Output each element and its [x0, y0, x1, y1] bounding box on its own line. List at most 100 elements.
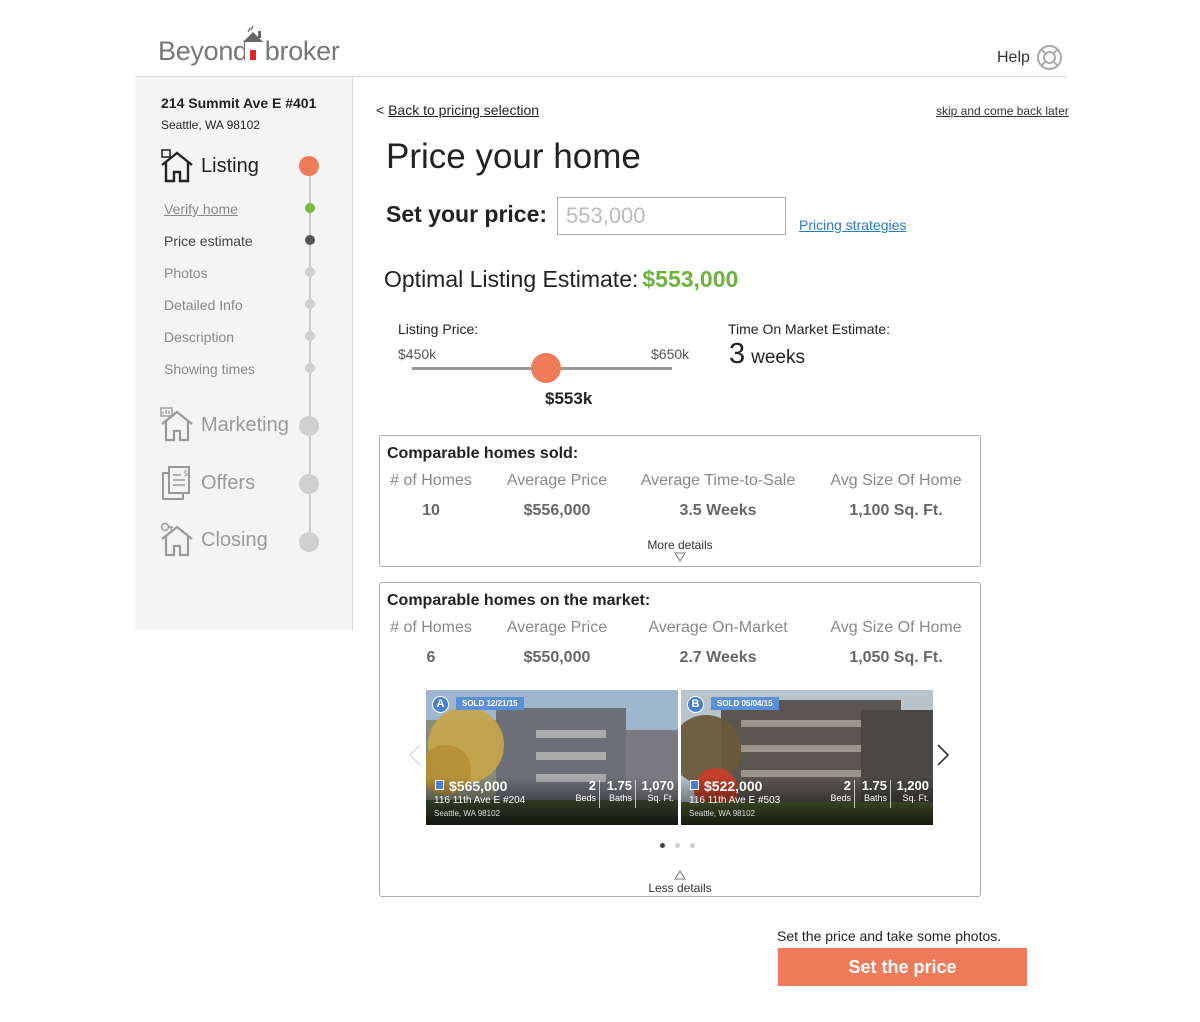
help-label: Help: [997, 48, 1030, 66]
back-to-pricing-link[interactable]: < Back to pricing selection: [376, 102, 539, 118]
card-badge: B: [687, 696, 704, 713]
stat-value: $550,000: [523, 649, 591, 666]
card-baths-label: Baths: [863, 793, 887, 803]
substep-price-estimate[interactable]: Price estimate: [164, 233, 253, 249]
offers-documents-icon: $: [162, 466, 190, 500]
carousel-page-dot[interactable]: [675, 843, 680, 848]
lifebuoy-icon: [1036, 45, 1062, 70]
stat-header: # of Homes: [390, 472, 472, 489]
step-closing[interactable]: Closing: [159, 522, 268, 558]
panel-title: Comparable homes sold:: [387, 445, 579, 462]
step-label: Offers: [201, 471, 256, 494]
slider-min-label: $450k: [398, 346, 437, 362]
logo-house-icon: [243, 26, 263, 62]
skip-link[interactable]: skip and come back later: [936, 104, 1069, 118]
stat-header: Average Price: [506, 472, 608, 489]
stat-value: 6: [426, 649, 436, 666]
building-icon: [435, 780, 444, 790]
stat-header: Avg Size Of Home: [830, 472, 962, 489]
substep-showing-times[interactable]: Showing times: [164, 361, 255, 377]
time-on-market-number: 3: [729, 338, 746, 370]
substep-status-dot: [305, 267, 315, 277]
slider-max-label: $650k: [651, 346, 690, 362]
card-spec-divider: [599, 780, 600, 808]
brand-logo[interactable]: Beyond broker: [158, 26, 348, 70]
substep-detailed-info[interactable]: Detailed Info: [164, 297, 243, 313]
step-status-dot: [299, 416, 319, 436]
time-on-market-value: 3 weeks: [729, 338, 805, 371]
card-sqft-label: Sq. Ft.: [902, 793, 929, 803]
stat-value: 3.5 Weeks: [679, 502, 757, 519]
card-sqft-value: 1,070: [641, 778, 674, 793]
card-spec-divider: [635, 780, 636, 808]
substep-description[interactable]: Description: [164, 329, 234, 345]
step-label: Closing: [201, 528, 268, 551]
set-price-label: Set your price:: [386, 201, 548, 227]
set-price-button[interactable]: Set the price: [778, 948, 1027, 986]
substep-photos[interactable]: Photos: [164, 265, 208, 281]
price-slider-thumb[interactable]: [531, 353, 561, 383]
carousel-prev-icon[interactable]: [408, 743, 422, 767]
page-title: Price your home: [386, 137, 641, 176]
carousel-page-dot[interactable]: [660, 843, 665, 848]
step-status-dot: [299, 156, 319, 176]
help-button[interactable]: Help: [997, 44, 1063, 71]
substep-verify-home[interactable]: Verify home: [164, 201, 238, 217]
time-on-market-unit: weeks: [751, 347, 805, 368]
brand-name-part2: broker: [264, 36, 340, 66]
more-details-toggle[interactable]: More details: [380, 538, 980, 552]
stat-header: Avg Size Of Home: [830, 619, 962, 636]
card-baths: 1.75 Baths: [602, 778, 632, 803]
svg-text:$: $: [183, 469, 189, 479]
comparable-home-card[interactable]: A SOLD 12/21/15 $565,000 116 11th Ave E …: [426, 690, 678, 825]
property-city: Seattle, WA 98102: [161, 118, 260, 132]
stat-value: $556,000: [523, 502, 591, 519]
step-label: Listing: [201, 154, 259, 177]
step-marketing[interactable]: Marketing: [159, 407, 289, 443]
substep-status-dot: [305, 203, 315, 213]
card-sqft-label: Sq. Ft.: [647, 793, 674, 803]
listing-price-label: Listing Price:: [398, 321, 479, 337]
card-beds: 2 Beds: [823, 778, 851, 803]
card-beds-value: 2: [588, 778, 596, 793]
pricing-strategies-link[interactable]: Pricing strategies: [799, 217, 906, 233]
carousel-page-dot[interactable]: [690, 843, 695, 848]
building-icon: [690, 780, 699, 790]
optimal-estimate-value: $553,000: [642, 266, 739, 292]
step-status-dot: [299, 474, 319, 494]
stat-header: Average Price: [506, 619, 608, 636]
comparable-home-card[interactable]: B SOLD 05/04/15 $522,000 116 11th Ave E …: [681, 690, 933, 825]
marketing-house-icon: [160, 407, 193, 442]
slider-value-label: $553k: [545, 389, 593, 408]
step-offers[interactable]: $ Offers: [159, 465, 255, 501]
carousel-next-icon[interactable]: [936, 743, 950, 767]
substep-status-dot: [305, 299, 315, 309]
chevron-up-icon[interactable]: [674, 870, 686, 880]
card-price: $565,000: [449, 778, 508, 794]
stat-value: 1,100 Sq. Ft.: [849, 502, 943, 519]
card-street: 116 11th Ave E #204: [434, 795, 526, 806]
card-baths: 1.75 Baths: [857, 778, 887, 803]
chevron-down-icon[interactable]: [674, 552, 686, 562]
optimal-estimate: Optimal Listing Estimate: $553,000: [384, 266, 738, 293]
card-baths-value: 1.75: [606, 778, 632, 793]
step-listing[interactable]: Listing: [159, 148, 259, 184]
comparables-sold-panel: Comparable homes sold: # of Homes Averag…: [379, 435, 981, 567]
card-city: Seattle, WA 98102: [689, 809, 755, 818]
brand-name-part1: Beyond: [158, 36, 248, 66]
card-sqft: 1,070 Sq. Ft.: [638, 778, 674, 803]
price-input[interactable]: [557, 197, 786, 235]
card-price: $522,000: [704, 778, 763, 794]
step-status-dot: [299, 532, 319, 552]
panel-title: Comparable homes on the market:: [387, 592, 651, 609]
step-label: Marketing: [201, 413, 289, 436]
card-beds-label: Beds: [575, 793, 596, 803]
comparables-market-panel: Comparable homes on the market: # of Hom…: [379, 582, 981, 897]
stat-header: # of Homes: [390, 619, 472, 636]
card-city: Seattle, WA 98102: [434, 809, 500, 818]
card-beds-value: 2: [843, 778, 851, 793]
stat-value: 2.7 Weeks: [679, 649, 757, 666]
card-sold-tag: SOLD 12/21/15: [456, 697, 524, 710]
time-on-market-label: Time On Market Estimate:: [728, 321, 891, 337]
less-details-toggle[interactable]: Less details: [380, 881, 980, 895]
